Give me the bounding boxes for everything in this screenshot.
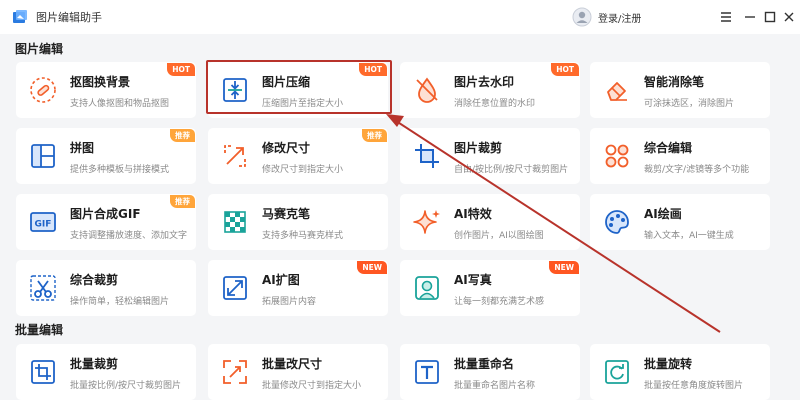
card-eraser[interactable]: 智能消除笔 可涂抹选区，消除图片 — [590, 62, 770, 118]
compress-icon — [223, 78, 247, 102]
batch-rotate-icon — [605, 360, 629, 384]
card-ai-expand[interactable]: AI扩图 拓展图片内容 NEW — [208, 260, 388, 316]
card-batch-rename[interactable]: 批量重命名 批量重命名图片名称 — [400, 344, 580, 400]
card-desc: 操作简单，轻松编辑图片 — [70, 297, 170, 307]
card-ai-painting[interactable]: AI绘画 输入文本，AI一键生成 — [590, 194, 770, 250]
card-desc: 自由/按比例/按尺寸裁剪图片 — [454, 165, 569, 175]
card-mosaic[interactable]: 马赛克笔 支持多种马赛克样式 — [208, 194, 388, 250]
card-compress[interactable]: 图片压缩 压缩图片至指定大小 HOT — [208, 62, 388, 118]
card-ai-portrait[interactable]: AI写真 让每一刻都充满艺术感 NEW — [400, 260, 580, 316]
card-title: 拼图 — [70, 141, 95, 155]
card-cutout[interactable]: 抠图换背景 支持人像抠图和物品抠图 HOT — [16, 62, 196, 118]
section-title-batch: 批量编辑 — [15, 323, 64, 337]
card-desc: 批量按比例/按尺寸裁剪图片 — [70, 381, 182, 391]
close-icon[interactable] — [781, 9, 797, 25]
minimize-icon[interactable] — [742, 9, 758, 25]
card-title: 图片合成GIF — [70, 207, 141, 221]
portrait-icon — [415, 276, 439, 300]
card-desc: 支持多种马赛克样式 — [262, 231, 344, 241]
card-desc: 输入文本，AI一键生成 — [644, 231, 734, 241]
card-comprehensive-crop[interactable]: 综合裁剪 操作简单，轻松编辑图片 — [16, 260, 196, 316]
card-desc: 拓展图片内容 — [262, 297, 317, 307]
card-desc: 消除任意位置的水印 — [454, 99, 536, 109]
card-title: AI扩图 — [262, 273, 300, 287]
card-title: AI特效 — [454, 207, 492, 221]
card-title: 图片裁剪 — [454, 141, 503, 155]
new-badge: NEW — [549, 261, 579, 274]
card-title: 批量旋转 — [644, 357, 693, 371]
new-badge: NEW — [357, 261, 387, 274]
card-desc: 裁剪/文字/滤镜等多个功能 — [644, 165, 750, 175]
section-title-edit: 图片编辑 — [15, 42, 64, 56]
batch-resize-icon — [223, 360, 247, 384]
svg-text:GIF: GIF — [35, 220, 52, 230]
cutout-icon — [30, 77, 56, 103]
card-desc: 修改尺寸到指定大小 — [262, 165, 344, 175]
app-logo-icon — [13, 10, 27, 23]
crop-icon — [415, 144, 439, 168]
recommend-badge: 推荐 — [170, 195, 195, 208]
card-gif[interactable]: GIF 图片合成GIF 支持调整播放速度、添加文字 推荐 — [16, 194, 196, 250]
hot-badge: HOT — [551, 63, 579, 76]
app-title: 图片编辑助手 — [36, 11, 102, 24]
multi-edit-icon — [605, 144, 629, 168]
card-resize[interactable]: 修改尺寸 修改尺寸到指定大小 推荐 — [208, 128, 388, 184]
card-title: 批量裁剪 — [70, 357, 119, 371]
login-label: 登录/注册 — [598, 13, 642, 25]
card-desc: 提供多种模板与拼接模式 — [70, 165, 170, 175]
recommend-badge: 推荐 — [170, 129, 195, 142]
card-crop[interactable]: 图片裁剪 自由/按比例/按尺寸裁剪图片 — [400, 128, 580, 184]
card-batch-crop[interactable]: 批量裁剪 批量按比例/按尺寸裁剪图片 — [16, 344, 196, 400]
card-title: 马赛克笔 — [262, 207, 311, 221]
card-desc: 支持调整播放速度、添加文字 — [70, 231, 188, 241]
resize-icon — [224, 145, 246, 167]
card-title: 图片去水印 — [454, 75, 515, 89]
card-title: AI写真 — [454, 273, 492, 287]
card-title: 图片压缩 — [262, 75, 311, 89]
gif-icon: GIF — [30, 212, 56, 232]
card-watermark-remove[interactable]: 图片去水印 消除任意位置的水印 HOT — [400, 62, 580, 118]
card-desc: 批量按任意角度旋转图片 — [644, 381, 744, 391]
login-button[interactable]: 登录/注册 — [572, 7, 641, 27]
hot-badge: HOT — [359, 63, 387, 76]
card-desc: 让每一刻都充满艺术感 — [454, 297, 545, 307]
card-multi-edit[interactable]: 综合编辑 裁剪/文字/滤镜等多个功能 — [590, 128, 770, 184]
watermark-remove-icon — [416, 77, 438, 103]
title-bar: 图片编辑助手 登录/注册 — [0, 0, 800, 34]
eraser-icon — [607, 82, 627, 101]
card-desc: 压缩图片至指定大小 — [262, 99, 344, 109]
card-collage[interactable]: 拼图 提供多种模板与拼接模式 推荐 — [16, 128, 196, 184]
card-batch-rotate[interactable]: 批量旋转 批量按任意角度旋转图片 — [590, 344, 770, 400]
card-desc: 创作图片，AI以图绘图 — [454, 231, 544, 241]
card-batch-resize[interactable]: 批量改尺寸 批量修改尺寸到指定大小 — [208, 344, 388, 400]
card-title: 批量重命名 — [454, 357, 515, 371]
card-ai-effects[interactable]: AI特效 创作图片，AI以图绘图 — [400, 194, 580, 250]
card-title: 批量改尺寸 — [262, 357, 323, 371]
mosaic-icon — [224, 211, 246, 233]
menu-icon[interactable] — [718, 9, 734, 25]
card-title: AI绘画 — [644, 207, 682, 221]
card-desc: 支持人像抠图和物品抠图 — [70, 99, 170, 109]
collage-icon — [31, 144, 55, 168]
maximize-icon[interactable] — [762, 9, 778, 25]
expand-icon — [223, 276, 247, 300]
batch-crop-icon — [31, 360, 55, 384]
user-avatar-icon — [572, 7, 592, 27]
scissors-icon — [30, 275, 56, 301]
card-title: 智能消除笔 — [644, 75, 705, 89]
card-title: 抠图换背景 — [70, 75, 131, 89]
sparkle-icon — [413, 210, 440, 234]
card-title: 综合编辑 — [644, 141, 693, 155]
card-title: 综合裁剪 — [70, 273, 119, 287]
batch-rename-icon — [415, 360, 439, 384]
recommend-badge: 推荐 — [362, 129, 387, 142]
card-desc: 批量修改尺寸到指定大小 — [262, 381, 362, 391]
hot-badge: HOT — [167, 63, 195, 76]
card-desc: 批量重命名图片名称 — [454, 381, 536, 391]
card-title: 修改尺寸 — [262, 141, 311, 155]
card-desc: 可涂抹选区，消除图片 — [644, 99, 735, 109]
palette-icon — [605, 210, 629, 234]
